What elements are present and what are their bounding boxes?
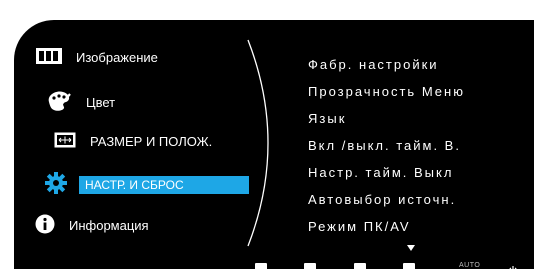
up-button-icon[interactable] [354,263,366,269]
menu-item-picture[interactable]: Изображение [36,48,158,67]
scroll-down-arrow-icon[interactable] [407,238,415,256]
palette-icon [46,90,72,115]
submenu-item-off-timer-setting[interactable]: Настр. тайм. Выкл [308,165,453,180]
menu-item-information[interactable]: Информация [35,214,149,237]
osd-menu: Изображение Цвет РАЗМЕР И ПОЛОЖ. НАСТР. … [14,20,534,269]
submenu-item-pc-av-mode[interactable]: Режим ПК/AV [308,219,411,234]
menu-item-label: НАСТР. И СБРОС [79,175,249,194]
menu-item-label: Цвет [86,95,116,110]
info-icon [35,214,55,237]
close-icon[interactable] [255,263,267,269]
main-menu: Изображение Цвет РАЗМЕР И ПОЛОЖ. НАСТР. … [14,20,274,269]
submenu-item-auto-source[interactable]: Автовыбор источн. [308,192,456,207]
gear-icon [45,172,67,197]
button-guide-bar: AUTO [14,259,534,269]
menu-item-label: Изображение [76,50,158,65]
down-button-icon[interactable] [304,263,316,269]
menu-item-label: Информация [69,218,149,233]
menu-item-size-position[interactable]: РАЗМЕР И ПОЛОЖ. [54,132,212,151]
picture-icon [36,48,62,67]
position-icon [54,132,76,151]
enter-button-icon[interactable] [403,263,415,269]
submenu-item-language[interactable]: Язык [308,111,346,126]
submenu-item-on-off-timer[interactable]: Вкл /выкл. тайм. В. [308,138,461,153]
power-icon[interactable] [508,261,518,269]
menu-item-setup-reset[interactable]: НАСТР. И СБРОС [45,172,249,197]
submenu-item-factory-reset[interactable]: Фабр. настройки [308,57,439,72]
submenu-item-menu-transparency[interactable]: Прозрачность Меню [308,84,465,99]
menu-item-color[interactable]: Цвет [46,90,115,115]
menu-item-label: РАЗМЕР И ПОЛОЖ. [90,134,213,149]
auto-button-label[interactable]: AUTO [459,262,480,269]
